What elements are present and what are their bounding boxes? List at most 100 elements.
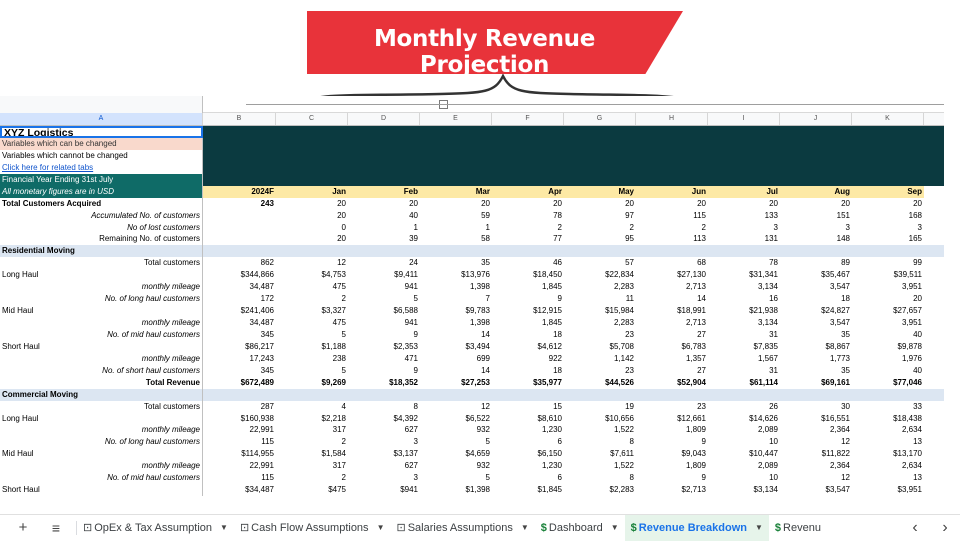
value-cell[interactable]: 9 [636, 436, 708, 448]
value-cell[interactable]: $13,170 [852, 448, 924, 460]
value-cell[interactable]: 22,991 [203, 460, 276, 472]
value-cell[interactable]: 2 [636, 222, 708, 234]
row-label[interactable]: Remaining No. of customers [0, 233, 203, 246]
value-cell[interactable]: $475 [276, 484, 348, 496]
value-cell[interactable]: $9,269 [276, 377, 348, 389]
value-cell[interactable]: $2,283 [564, 484, 636, 496]
value-cell[interactable]: $4,753 [276, 269, 348, 281]
related-tabs-link[interactable]: Click here for related tabs [0, 161, 203, 174]
value-cell[interactable]: $1,845 [492, 484, 564, 496]
row-label[interactable]: Accumulated No. of customers [0, 209, 203, 222]
value-cell[interactable]: 30 [780, 401, 852, 413]
value-cell[interactable]: 68 [636, 257, 708, 269]
value-cell[interactable]: $69,161 [780, 377, 852, 389]
value-cell[interactable]: 5 [276, 329, 348, 341]
value-cell[interactable]: $13,976 [420, 269, 492, 281]
value-cell[interactable]: 3 [852, 222, 924, 234]
value-cell[interactable]: $1,584 [276, 448, 348, 460]
value-cell[interactable]: $3,327 [276, 305, 348, 317]
tab-revenu[interactable]: $ Revenu [769, 515, 827, 541]
value-cell[interactable]: $7,611 [564, 448, 636, 460]
tab-revenue-breakdown[interactable]: $ Revenue Breakdown ▼ [624, 514, 769, 541]
value-cell[interactable]: 471 [348, 353, 420, 365]
value-cell[interactable]: 1,976 [852, 353, 924, 365]
value-cell[interactable]: 1,773 [780, 353, 852, 365]
row-label[interactable]: monthly mileage [0, 424, 203, 437]
value-cell[interactable]: 8 [348, 401, 420, 413]
row-label[interactable]: No. of short haul customers [0, 364, 203, 377]
value-cell[interactable]: 475 [276, 317, 348, 329]
value-cell[interactable]: 8 [564, 436, 636, 448]
value-cell[interactable]: 11 [564, 293, 636, 305]
value-cell[interactable]: $77,046 [852, 377, 924, 389]
value-cell[interactable]: 2,634 [852, 460, 924, 472]
value-cell[interactable]: 9 [348, 365, 420, 377]
value-cell[interactable]: 31 [708, 329, 780, 341]
row-label[interactable]: Short Haul [0, 484, 203, 497]
value-cell[interactable]: 1,845 [492, 281, 564, 293]
row-label[interactable]: Mid Haul [0, 305, 203, 317]
value-cell[interactable]: 475 [276, 281, 348, 293]
value-cell[interactable]: 3,547 [780, 281, 852, 293]
value-cell[interactable]: 1,357 [636, 353, 708, 365]
value-cell[interactable]: 78 [708, 257, 780, 269]
value-cell[interactable]: 12 [276, 257, 348, 269]
value-cell[interactable]: $3,494 [420, 341, 492, 353]
value-cell[interactable]: 20 [852, 198, 924, 210]
value-cell[interactable]: 133 [708, 210, 780, 222]
value-cell[interactable]: $86,217 [203, 341, 276, 353]
value-cell[interactable]: 0 [276, 222, 348, 234]
value-cell[interactable] [708, 389, 780, 401]
value-cell[interactable]: 6 [492, 472, 564, 484]
value-cell[interactable]: 115 [636, 210, 708, 222]
value-cell[interactable]: $16,551 [780, 413, 852, 425]
value-cell[interactable]: 20 [564, 198, 636, 210]
value-cell[interactable]: $39,511 [852, 269, 924, 281]
value-cell[interactable]: 1,398 [420, 281, 492, 293]
value-cell[interactable]: 13 [852, 472, 924, 484]
value-cell[interactable]: 345 [203, 329, 276, 341]
value-cell[interactable] [420, 245, 492, 257]
company-name-cell[interactable]: XYZ Logistics [0, 126, 203, 138]
value-cell[interactable]: 35 [780, 329, 852, 341]
value-cell[interactable]: $9,878 [852, 341, 924, 353]
value-cell[interactable]: $4,392 [348, 413, 420, 425]
column-header-e[interactable]: E [420, 113, 492, 125]
value-cell[interactable]: 148 [780, 233, 852, 245]
row-label[interactable]: monthly mileage [0, 460, 203, 473]
tab-opex-tax-assumption[interactable]: ⊡ OpEx & Tax Assumption ▼ [77, 515, 234, 541]
value-cell[interactable]: 131 [708, 233, 780, 245]
value-cell[interactable]: 14 [636, 293, 708, 305]
value-cell[interactable]: 1 [348, 222, 420, 234]
value-cell[interactable]: $6,783 [636, 341, 708, 353]
cell-grid[interactable]: XYZ Logistics Variables which can be chan… [0, 126, 944, 497]
value-cell[interactable]: 3 [780, 222, 852, 234]
row-label[interactable]: Short Haul [0, 340, 203, 353]
value-cell[interactable]: 35 [420, 257, 492, 269]
value-cell[interactable]: 2,713 [636, 317, 708, 329]
value-cell[interactable]: 34,487 [203, 281, 276, 293]
value-cell[interactable]: 238 [276, 353, 348, 365]
value-cell[interactable]: 20 [492, 198, 564, 210]
value-cell[interactable] [276, 389, 348, 401]
value-cell[interactable]: 7 [420, 293, 492, 305]
value-cell[interactable]: 97 [564, 210, 636, 222]
value-cell[interactable]: $11,822 [780, 448, 852, 460]
value-cell[interactable]: $9,043 [636, 448, 708, 460]
value-cell[interactable]: 932 [420, 460, 492, 472]
tab-cash-flow-assumptions[interactable]: ⊡ Cash Flow Assumptions ▼ [234, 515, 391, 541]
value-cell[interactable]: 6 [492, 436, 564, 448]
value-cell[interactable]: $1,398 [420, 484, 492, 496]
add-sheet-icon[interactable]: + [0, 519, 46, 536]
value-cell[interactable]: 627 [348, 424, 420, 436]
value-cell[interactable]: 1,230 [492, 460, 564, 472]
value-cell[interactable]: 287 [203, 401, 276, 413]
value-cell[interactable]: 168 [852, 210, 924, 222]
value-cell[interactable]: $2,353 [348, 341, 420, 353]
column-header-i[interactable]: I [708, 113, 780, 125]
value-cell[interactable]: 3 [348, 472, 420, 484]
row-label[interactable]: Mid Haul [0, 448, 203, 461]
value-cell[interactable] [564, 245, 636, 257]
value-cell[interactable]: 3 [708, 222, 780, 234]
row-label[interactable]: No. of mid haul customers [0, 472, 203, 485]
